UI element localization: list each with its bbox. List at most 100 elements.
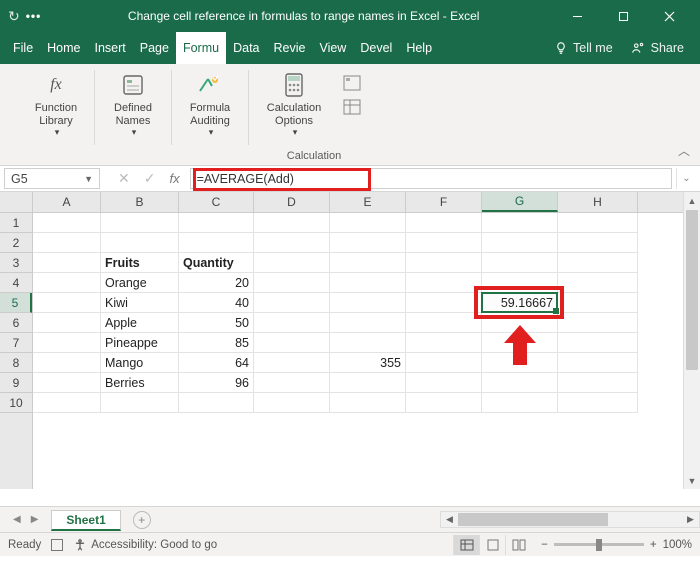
minimize-button[interactable] (554, 0, 600, 32)
cell-H4[interactable] (558, 273, 638, 293)
cell-G1[interactable] (482, 213, 558, 233)
cell-D6[interactable] (254, 313, 330, 333)
cell-B9[interactable]: Berries (101, 373, 179, 393)
cell-D3[interactable] (254, 253, 330, 273)
cell-H7[interactable] (558, 333, 638, 353)
cell-B1[interactable] (101, 213, 179, 233)
tab-page[interactable]: Page (133, 32, 176, 64)
vertical-scrollbar[interactable]: ▲ ▼ (683, 192, 700, 489)
cell-B7[interactable]: Pineappe (101, 333, 179, 353)
row-header-6[interactable]: 6 (0, 313, 32, 333)
cell-H10[interactable] (558, 393, 638, 413)
cell-A9[interactable] (33, 373, 101, 393)
cell-G5[interactable]: 59.16667 (482, 293, 558, 313)
cell-G3[interactable] (482, 253, 558, 273)
insert-function-icon[interactable]: fx (169, 171, 179, 186)
cell-F8[interactable] (406, 353, 482, 373)
cell-D1[interactable] (254, 213, 330, 233)
tell-me[interactable]: Tell me (546, 32, 621, 64)
col-header-E[interactable]: E (330, 192, 406, 212)
cell-E6[interactable] (330, 313, 406, 333)
cell-G7[interactable] (482, 333, 558, 353)
row-header-7[interactable]: 7 (0, 333, 32, 353)
cell-D10[interactable] (254, 393, 330, 413)
cell-H9[interactable] (558, 373, 638, 393)
maximize-button[interactable] (600, 0, 646, 32)
cell-H1[interactable] (558, 213, 638, 233)
cell-E3[interactable] (330, 253, 406, 273)
tab-file[interactable]: File (6, 32, 40, 64)
formula-expand-button[interactable]: ⌄ (676, 168, 696, 189)
cell-F9[interactable] (406, 373, 482, 393)
tab-home[interactable]: Home (40, 32, 87, 64)
zoom-level[interactable]: 100% (663, 539, 692, 551)
scroll-thumb[interactable] (686, 210, 698, 370)
new-sheet-button[interactable]: + (133, 511, 151, 529)
cell-B4[interactable]: Orange (101, 273, 179, 293)
cell-H3[interactable] (558, 253, 638, 273)
cell-F4[interactable] (406, 273, 482, 293)
select-all-corner[interactable] (0, 192, 33, 213)
col-header-F[interactable]: F (406, 192, 482, 212)
cell-G10[interactable] (482, 393, 558, 413)
cell-F7[interactable] (406, 333, 482, 353)
cell-E7[interactable] (330, 333, 406, 353)
macro-record-icon[interactable] (51, 539, 63, 551)
cell-E2[interactable] (330, 233, 406, 253)
cell-E5[interactable] (330, 293, 406, 313)
scroll-down-button[interactable]: ▼ (684, 472, 700, 489)
cell-E10[interactable] (330, 393, 406, 413)
col-header-H[interactable]: H (558, 192, 638, 212)
cell-B3[interactable]: Fruits (101, 253, 179, 273)
tab-insert[interactable]: Insert (88, 32, 133, 64)
cell-F5[interactable] (406, 293, 482, 313)
cell-C7[interactable]: 85 (179, 333, 254, 353)
cell-E1[interactable] (330, 213, 406, 233)
share-button[interactable]: Share (621, 32, 694, 64)
cell-C6[interactable]: 50 (179, 313, 254, 333)
cell-G8[interactable] (482, 353, 558, 373)
cell-C1[interactable] (179, 213, 254, 233)
cell-C2[interactable] (179, 233, 254, 253)
cell-C9[interactable]: 96 (179, 373, 254, 393)
zoom-in-button[interactable]: + (650, 539, 657, 551)
cell-B2[interactable] (101, 233, 179, 253)
tab-nav-next[interactable]: ▶ (26, 514, 44, 525)
tab-revie[interactable]: Revie (267, 32, 313, 64)
defined-names-button[interactable]: Defined Names▾ (103, 66, 163, 165)
chevron-down-icon[interactable]: ▼ (84, 174, 93, 184)
cell-E8[interactable]: 355 (330, 353, 406, 373)
col-header-B[interactable]: B (101, 192, 179, 212)
col-header-C[interactable]: C (179, 192, 254, 212)
cell-A8[interactable] (33, 353, 101, 373)
scroll-left-button[interactable]: ◀ (441, 514, 458, 525)
cell-C8[interactable]: 64 (179, 353, 254, 373)
tab-formu[interactable]: Formu (176, 32, 226, 64)
row-header-4[interactable]: 4 (0, 273, 32, 293)
cell-F3[interactable] (406, 253, 482, 273)
row-header-1[interactable]: 1 (0, 213, 32, 233)
page-layout-view-button[interactable] (479, 535, 505, 555)
col-header-A[interactable]: A (33, 192, 101, 212)
cell-A1[interactable] (33, 213, 101, 233)
cell-D7[interactable] (254, 333, 330, 353)
cell-F2[interactable] (406, 233, 482, 253)
name-box[interactable]: G5 ▼ (4, 168, 100, 189)
row-header-9[interactable]: 9 (0, 373, 32, 393)
cell-D8[interactable] (254, 353, 330, 373)
row-header-2[interactable]: 2 (0, 233, 32, 253)
cell-A10[interactable] (33, 393, 101, 413)
cell-E4[interactable] (330, 273, 406, 293)
normal-view-button[interactable] (453, 535, 479, 555)
cell-D5[interactable] (254, 293, 330, 313)
cancel-formula-icon[interactable]: ✕ (118, 170, 130, 187)
row-header-8[interactable]: 8 (0, 353, 32, 373)
cell-G6[interactable] (482, 313, 558, 333)
row-header-10[interactable]: 10 (0, 393, 32, 413)
accessibility-text[interactable]: Accessibility: Good to go (91, 539, 217, 551)
cell-A4[interactable] (33, 273, 101, 293)
cell-C4[interactable]: 20 (179, 273, 254, 293)
enter-formula-icon[interactable]: ✓ (144, 170, 156, 187)
hscroll-thumb[interactable] (458, 513, 608, 526)
cell-A5[interactable] (33, 293, 101, 313)
